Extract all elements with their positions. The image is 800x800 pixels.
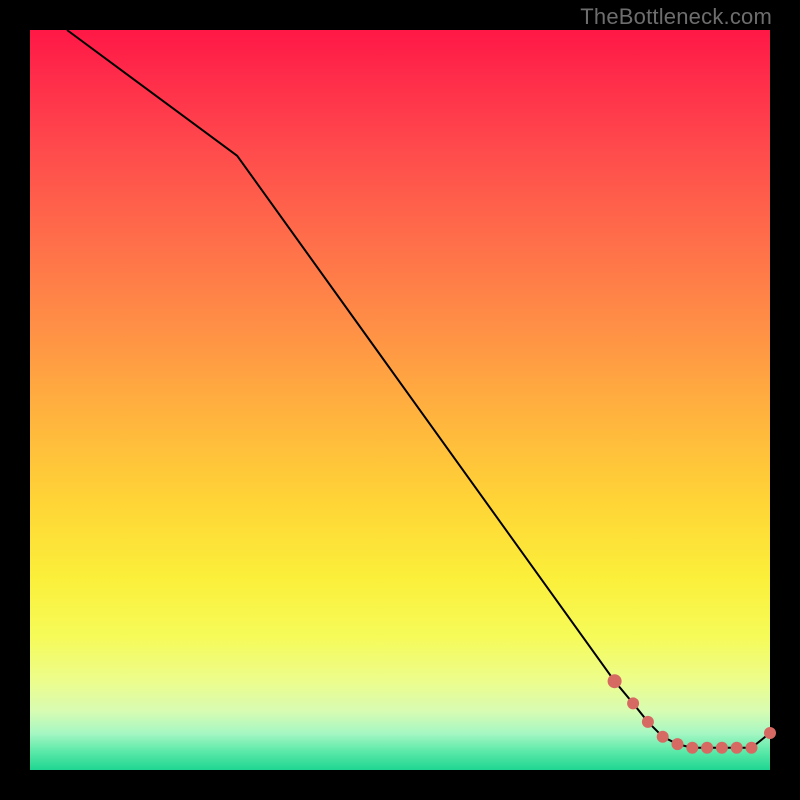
data-point <box>642 716 654 728</box>
data-point <box>686 742 698 754</box>
series-dots <box>608 674 776 754</box>
chart-overlay <box>30 30 770 770</box>
curve-path <box>67 30 770 748</box>
chart-frame: TheBottleneck.com <box>0 0 800 800</box>
data-point <box>672 738 684 750</box>
data-point <box>764 727 776 739</box>
data-point <box>657 731 669 743</box>
data-point <box>701 742 713 754</box>
data-point <box>731 742 743 754</box>
watermark-text: TheBottleneck.com <box>580 4 772 30</box>
data-point <box>627 697 639 709</box>
data-point <box>716 742 728 754</box>
data-point <box>746 742 758 754</box>
data-point <box>608 674 622 688</box>
series-curve <box>67 30 770 748</box>
